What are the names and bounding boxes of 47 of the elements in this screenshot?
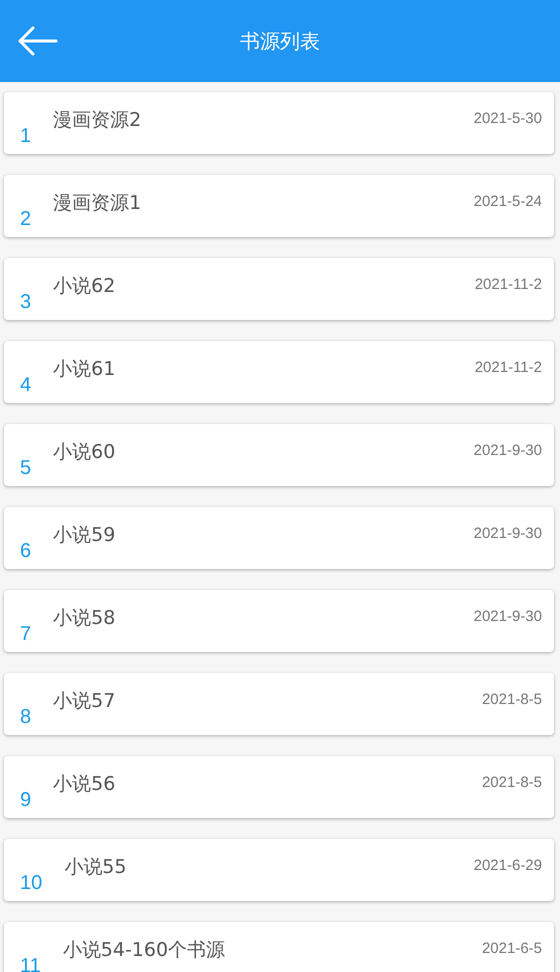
source-name: 漫画资源2 [53, 108, 142, 133]
source-index: 6 [20, 540, 32, 564]
source-index: 5 [20, 457, 32, 481]
source-name: 小说60 [53, 440, 116, 465]
source-card[interactable]: 4 小说61 2021-11-2 [4, 341, 554, 403]
source-card[interactable]: 9 小说56 2021-8-5 [4, 756, 554, 818]
source-name: 漫画资源1 [53, 191, 142, 216]
source-index: 7 [20, 623, 32, 647]
back-button[interactable] [16, 26, 58, 56]
back-arrow-icon [16, 26, 58, 56]
source-card[interactable]: 1 漫画资源2 2021-5-30 [4, 92, 554, 154]
source-name: 小说56 [53, 772, 116, 797]
source-name: 小说61 [53, 357, 116, 382]
source-date: 2021-5-30 [474, 109, 542, 127]
source-card[interactable]: 7 小说58 2021-9-30 [4, 590, 554, 652]
source-date: 2021-6-5 [482, 939, 542, 957]
source-name: 小说55 [64, 855, 128, 880]
source-card[interactable]: 2 漫画资源1 2021-5-24 [4, 175, 554, 237]
source-index: 1 [20, 125, 32, 149]
source-index: 8 [20, 706, 32, 730]
source-name: 小说58 [53, 606, 116, 631]
source-date: 2021-8-5 [482, 690, 542, 708]
source-name: 小说59 [53, 523, 116, 548]
source-card[interactable]: 3 小说62 2021-11-2 [4, 258, 554, 320]
source-date: 2021-8-5 [482, 773, 542, 791]
source-index: 4 [20, 374, 32, 398]
source-name: 小说54-160个书源 [62, 938, 226, 963]
source-index: 9 [20, 789, 32, 813]
source-date: 2021-11-2 [474, 358, 542, 376]
source-card[interactable]: 11 小说54-160个书源 2021-6-5 [4, 922, 554, 972]
source-index: 2 [20, 208, 32, 232]
source-card[interactable]: 8 小说57 2021-8-5 [4, 673, 554, 735]
source-date: 2021-9-30 [474, 441, 542, 459]
source-index: 11 [20, 955, 41, 972]
source-date: 2021-5-24 [474, 192, 542, 210]
source-date: 2021-6-29 [474, 856, 542, 874]
source-date: 2021-9-30 [474, 607, 542, 625]
page-title: 书源列表 [240, 28, 320, 54]
source-date: 2021-9-30 [474, 524, 542, 542]
source-card[interactable]: 5 小说60 2021-9-30 [4, 424, 554, 486]
source-index: 10 [20, 872, 42, 896]
source-date: 2021-11-2 [474, 275, 542, 293]
source-name: 小说62 [53, 274, 116, 299]
source-index: 3 [20, 291, 32, 315]
source-card[interactable]: 6 小说59 2021-9-30 [4, 507, 554, 569]
source-name: 小说57 [53, 689, 116, 714]
source-card[interactable]: 10 小说55 2021-6-29 [4, 839, 554, 901]
